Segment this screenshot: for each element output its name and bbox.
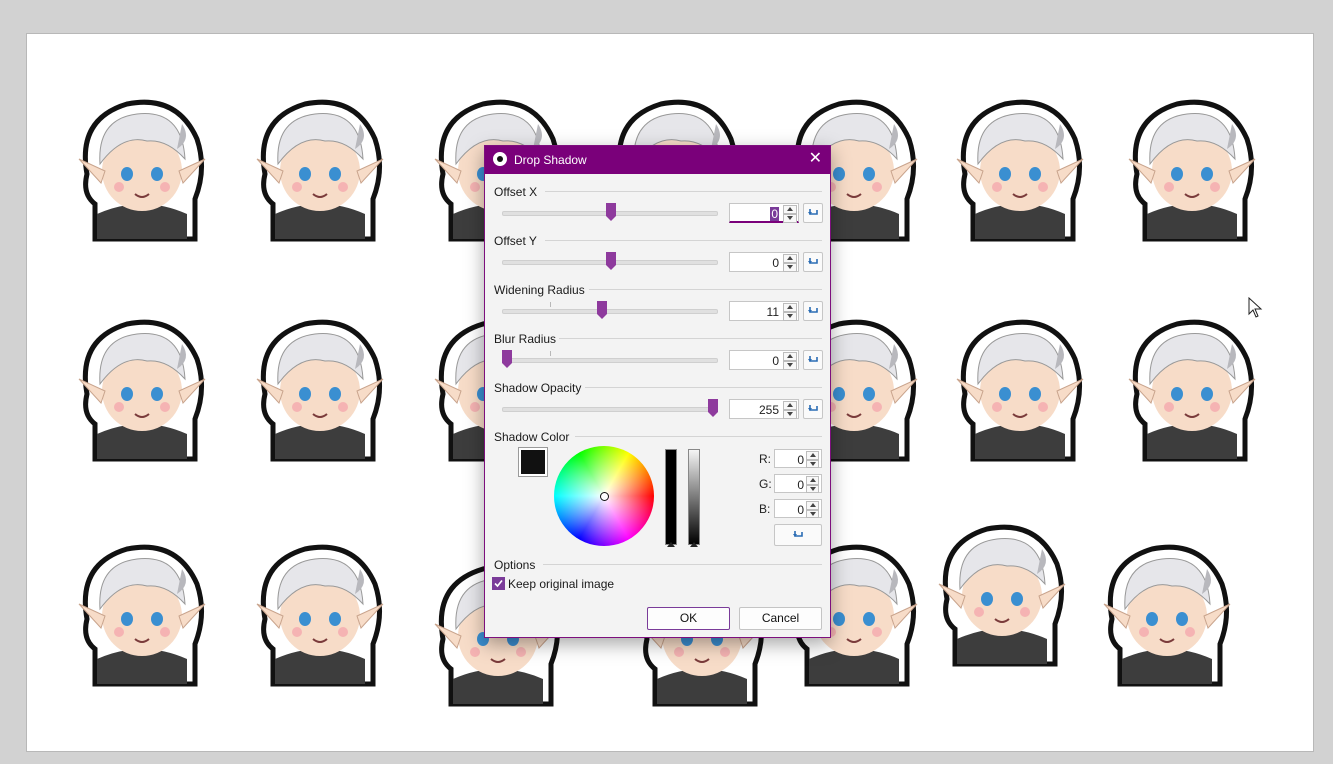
sticker-pondering — [1117, 299, 1267, 469]
offset-y-input[interactable]: 0 — [729, 252, 799, 272]
alpha-slider-marker[interactable] — [690, 542, 698, 547]
color-reset-button[interactable] — [774, 524, 822, 546]
offset-y-thumb[interactable] — [606, 252, 616, 270]
widening-radius-thumb[interactable] — [597, 301, 607, 319]
dialog-titlebar[interactable]: Drop Shadow ✕ — [485, 146, 830, 174]
offset-x-thumb[interactable] — [606, 203, 616, 221]
sticker-yawning — [945, 79, 1095, 249]
divider — [545, 240, 822, 241]
checkmark-icon — [494, 579, 503, 588]
sticker-eating — [67, 299, 217, 469]
offset-x-reset-button[interactable] — [803, 203, 823, 223]
offset-y-reset-button[interactable] — [803, 252, 823, 272]
r-input[interactable]: 0 — [774, 449, 822, 468]
divider — [589, 289, 822, 290]
blur-radius-slider[interactable] — [502, 350, 718, 368]
sticker-thumbs-up — [245, 299, 395, 469]
sticker-cheering — [1092, 524, 1242, 694]
increment-icon[interactable] — [806, 451, 819, 460]
sticker-confused — [945, 299, 1095, 469]
shadow-opacity-slider[interactable] — [502, 399, 718, 417]
blur-radius-label: Blur Radius — [494, 332, 557, 346]
value-slider[interactable] — [665, 449, 677, 545]
shadow-opacity-thumb[interactable] — [708, 399, 718, 417]
offset-x-slider[interactable] — [502, 203, 718, 221]
sticker-happy — [67, 79, 217, 249]
reset-icon — [808, 307, 818, 313]
dialog-title: Drop Shadow — [514, 153, 587, 167]
blur-radius-thumb[interactable] — [502, 350, 512, 368]
divider — [585, 387, 822, 388]
widening-radius-reset-button[interactable] — [803, 301, 823, 321]
b-input[interactable]: 0 — [774, 499, 822, 518]
divider — [545, 191, 822, 192]
shadow-opacity-label: Shadow Opacity — [494, 381, 582, 395]
widening-radius-input[interactable]: 11 — [729, 301, 799, 321]
mouse-cursor-icon — [1248, 297, 1263, 318]
sticker-scared — [245, 524, 395, 694]
color-swatch[interactable] — [518, 447, 548, 477]
color-wheel-marker[interactable] — [600, 492, 609, 501]
offset-x-label: Offset X — [494, 185, 538, 199]
decrement-icon[interactable] — [806, 484, 819, 493]
reset-icon — [808, 258, 818, 264]
increment-icon[interactable] — [783, 303, 797, 312]
increment-icon[interactable] — [783, 352, 797, 361]
effect-icon — [493, 152, 507, 166]
increment-icon[interactable] — [783, 254, 797, 263]
options-label: Options — [494, 558, 536, 572]
close-icon[interactable]: ✕ — [809, 150, 822, 168]
increment-icon[interactable] — [783, 401, 797, 410]
divider — [575, 436, 822, 437]
sticker-running — [927, 504, 1077, 674]
keep-original-label[interactable]: Keep original image — [508, 577, 614, 591]
b-label: B: — [759, 502, 771, 516]
sticker-questioning — [67, 524, 217, 694]
decrement-icon[interactable] — [783, 361, 797, 370]
decrement-icon[interactable] — [806, 509, 819, 518]
widening-radius-label: Widening Radius — [494, 283, 585, 297]
keep-original-checkbox[interactable] — [492, 577, 505, 590]
drop-shadow-dialog: Drop Shadow ✕ Offset X 0 Offset Y 0 Wide… — [484, 145, 831, 638]
reset-icon — [793, 531, 803, 537]
decrement-icon[interactable] — [806, 459, 819, 468]
alpha-slider[interactable] — [688, 449, 700, 545]
ok-button[interactable]: OK — [647, 607, 730, 630]
offset-y-slider[interactable] — [502, 252, 718, 270]
decrement-icon[interactable] — [783, 410, 797, 419]
cancel-button[interactable]: Cancel — [739, 607, 822, 630]
offset-x-input[interactable]: 0 — [729, 203, 799, 223]
divider — [543, 564, 822, 565]
increment-icon[interactable] — [806, 501, 819, 510]
value-slider-marker[interactable] — [667, 542, 675, 547]
sticker-sleeping — [1117, 79, 1267, 249]
blur-radius-input[interactable]: 0 — [729, 350, 799, 370]
decrement-icon[interactable] — [783, 263, 797, 272]
offset-y-label: Offset Y — [494, 234, 537, 248]
reset-icon — [808, 405, 818, 411]
decrement-icon[interactable] — [783, 214, 797, 223]
shadow-opacity-reset-button[interactable] — [803, 399, 823, 419]
r-label: R: — [759, 452, 771, 466]
g-label: G: — [759, 477, 772, 491]
widening-radius-slider[interactable] — [502, 301, 718, 319]
shadow-color-label: Shadow Color — [494, 430, 570, 444]
increment-icon[interactable] — [806, 476, 819, 485]
blur-radius-reset-button[interactable] — [803, 350, 823, 370]
g-input[interactable]: 0 — [774, 474, 822, 493]
reset-icon — [808, 356, 818, 362]
shadow-opacity-input[interactable]: 255 — [729, 399, 799, 419]
decrement-icon[interactable] — [783, 312, 797, 321]
reset-icon — [808, 209, 818, 215]
increment-icon[interactable] — [783, 205, 797, 214]
divider — [559, 338, 822, 339]
sticker-crying — [245, 79, 395, 249]
